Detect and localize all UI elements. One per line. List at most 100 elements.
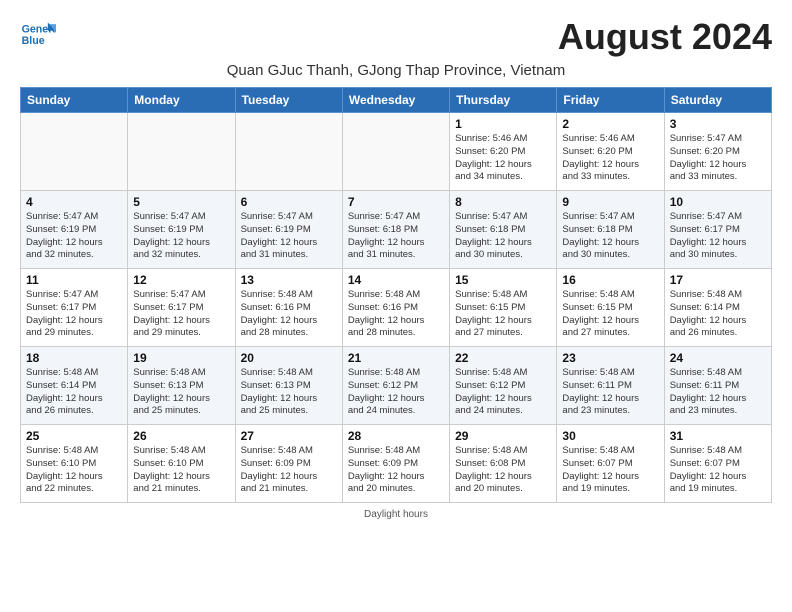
header: General Blue August 2024: [20, 16, 772, 58]
day-number: 21: [348, 351, 444, 365]
calendar-cell: 18Sunrise: 5:48 AM Sunset: 6:14 PM Dayli…: [21, 347, 128, 425]
day-of-week-header: Wednesday: [342, 88, 449, 113]
day-info: Sunrise: 5:48 AM Sunset: 6:15 PM Dayligh…: [562, 289, 658, 340]
day-of-week-header: Thursday: [450, 88, 557, 113]
day-info: Sunrise: 5:47 AM Sunset: 6:17 PM Dayligh…: [133, 289, 229, 340]
day-number: 15: [455, 273, 551, 287]
day-number: 5: [133, 195, 229, 209]
calendar-cell: 6Sunrise: 5:47 AM Sunset: 6:19 PM Daylig…: [235, 191, 342, 269]
calendar-cell: 1 Sunrise: 5:46 AM Sunset: 6:20 PM Daylig…: [450, 113, 557, 191]
day-info: Sunrise: 5:46 AM Sunset: 6:20 PM Dayligh…: [455, 133, 551, 184]
day-number: 26: [133, 429, 229, 443]
calendar-cell: 7 Sunrise: 5:47 AM Sunset: 6:18 PM Daylig…: [342, 191, 449, 269]
day-number: 7: [348, 195, 444, 209]
calendar-week-row: 25 Sunrise: 5:48 AM Sunset: 6:10 PM Dayli…: [21, 425, 772, 503]
day-info: Sunrise: 5:48 AM Sunset: 6:14 PM Dayligh…: [26, 367, 122, 418]
day-number: 13: [241, 273, 337, 287]
calendar-cell: [128, 113, 235, 191]
day-info: Sunrise: 5:47 AM Sunset: 6:17 PM Dayligh…: [670, 211, 766, 262]
day-of-week-header: Monday: [128, 88, 235, 113]
calendar-cell: [342, 113, 449, 191]
day-info: Sunrise: 5:47 AM Sunset: 6:20 PM Dayligh…: [670, 133, 766, 184]
day-number: 31: [670, 429, 766, 443]
day-number: 12: [133, 273, 229, 287]
logo-icon: General Blue: [20, 16, 56, 52]
day-number: 8: [455, 195, 551, 209]
day-info: Sunrise: 5:47 AM Sunset: 6:19 PM Dayligh…: [241, 211, 337, 262]
day-number: 22: [455, 351, 551, 365]
day-of-week-header: Saturday: [664, 88, 771, 113]
day-info: Sunrise: 5:48 AM Sunset: 6:15 PM Dayligh…: [455, 289, 551, 340]
calendar-cell: 24 Sunrise: 5:48 AM Sunset: 6:11 PM Dayli…: [664, 347, 771, 425]
day-of-week-header: Sunday: [21, 88, 128, 113]
month-title: August 2024: [558, 16, 772, 58]
calendar-cell: 2Sunrise: 5:46 AM Sunset: 6:20 PM Daylig…: [557, 113, 664, 191]
calendar-cell: 16Sunrise: 5:48 AM Sunset: 6:15 PM Dayli…: [557, 269, 664, 347]
day-info: Sunrise: 5:48 AM Sunset: 6:11 PM Dayligh…: [670, 367, 766, 418]
calendar-cell: 22 Sunrise: 5:48 AM Sunset: 6:12 PM Dayli…: [450, 347, 557, 425]
day-of-week-header: Tuesday: [235, 88, 342, 113]
calendar-table: SundayMondayTuesdayWednesdayThursdayFrid…: [20, 87, 772, 503]
day-number: 17: [670, 273, 766, 287]
calendar-cell: 10 Sunrise: 5:47 AM Sunset: 6:17 PM Dayli…: [664, 191, 771, 269]
day-number: 11: [26, 273, 122, 287]
day-info: Sunrise: 5:47 AM Sunset: 6:18 PM Dayligh…: [562, 211, 658, 262]
day-info: Sunrise: 5:47 AM Sunset: 6:19 PM Dayligh…: [26, 211, 122, 262]
calendar-cell: 27 Sunrise: 5:48 AM Sunset: 6:09 PM Dayli…: [235, 425, 342, 503]
day-info: Sunrise: 5:48 AM Sunset: 6:13 PM Dayligh…: [241, 367, 337, 418]
day-number: 3: [670, 117, 766, 131]
calendar-week-row: 11 Sunrise: 5:47 AM Sunset: 6:17 PM Dayli…: [21, 269, 772, 347]
calendar-cell: 26Sunrise: 5:48 AM Sunset: 6:10 PM Dayli…: [128, 425, 235, 503]
logo: General Blue: [20, 16, 56, 52]
day-number: 20: [241, 351, 337, 365]
day-number: 24: [670, 351, 766, 365]
calendar-cell: 3 Sunrise: 5:47 AM Sunset: 6:20 PM Daylig…: [664, 113, 771, 191]
calendar-cell: 14Sunrise: 5:48 AM Sunset: 6:16 PM Dayli…: [342, 269, 449, 347]
calendar-cell: 31Sunrise: 5:48 AM Sunset: 6:07 PM Dayli…: [664, 425, 771, 503]
day-number: 28: [348, 429, 444, 443]
day-info: Sunrise: 5:48 AM Sunset: 6:10 PM Dayligh…: [26, 445, 122, 496]
day-info: Sunrise: 5:48 AM Sunset: 6:11 PM Dayligh…: [562, 367, 658, 418]
day-info: Sunrise: 5:48 AM Sunset: 6:09 PM Dayligh…: [241, 445, 337, 496]
day-info: Sunrise: 5:47 AM Sunset: 6:18 PM Dayligh…: [348, 211, 444, 262]
calendar-cell: 20 Sunrise: 5:48 AM Sunset: 6:13 PM Dayli…: [235, 347, 342, 425]
day-number: 1: [455, 117, 551, 131]
day-number: 30: [562, 429, 658, 443]
day-number: 25: [26, 429, 122, 443]
day-info: Sunrise: 5:48 AM Sunset: 6:12 PM Dayligh…: [455, 367, 551, 418]
calendar-week-row: 18Sunrise: 5:48 AM Sunset: 6:14 PM Dayli…: [21, 347, 772, 425]
calendar-cell: 29 Sunrise: 5:48 AM Sunset: 6:08 PM Dayli…: [450, 425, 557, 503]
calendar-cell: [235, 113, 342, 191]
calendar-cell: 5 Sunrise: 5:47 AM Sunset: 6:19 PM Daylig…: [128, 191, 235, 269]
calendar-cell: 9 Sunrise: 5:47 AM Sunset: 6:18 PM Daylig…: [557, 191, 664, 269]
calendar-header-row: SundayMondayTuesdayWednesdayThursdayFrid…: [21, 88, 772, 113]
day-number: 9: [562, 195, 658, 209]
day-number: 10: [670, 195, 766, 209]
calendar-cell: 4 Sunrise: 5:47 AM Sunset: 6:19 PM Daylig…: [21, 191, 128, 269]
calendar-cell: 11Sunrise: 5:47 AM Sunset: 6:17 PM Dayli…: [21, 269, 128, 347]
calendar-cell: 30Sunrise: 5:48 AM Sunset: 6:07 PM Dayli…: [557, 425, 664, 503]
calendar-cell: [21, 113, 128, 191]
calendar-cell: 8Sunrise: 5:47 AM Sunset: 6:18 PM Daylig…: [450, 191, 557, 269]
svg-text:Blue: Blue: [22, 35, 45, 47]
calendar-cell: 25 Sunrise: 5:48 AM Sunset: 6:10 PM Dayli…: [21, 425, 128, 503]
day-number: 29: [455, 429, 551, 443]
calendar-week-row: 4 Sunrise: 5:47 AM Sunset: 6:19 PM Daylig…: [21, 191, 772, 269]
day-info: Sunrise: 5:48 AM Sunset: 6:08 PM Dayligh…: [455, 445, 551, 496]
day-info: Sunrise: 5:48 AM Sunset: 6:14 PM Dayligh…: [670, 289, 766, 340]
calendar-cell: 13Sunrise: 5:48 AM Sunset: 6:16 PM Dayli…: [235, 269, 342, 347]
calendar-cell: 17 Sunrise: 5:48 AM Sunset: 6:14 PM Dayli…: [664, 269, 771, 347]
day-info: Sunrise: 5:46 AM Sunset: 6:20 PM Dayligh…: [562, 133, 658, 184]
calendar-cell: 28 Sunrise: 5:48 AM Sunset: 6:09 PM Dayli…: [342, 425, 449, 503]
day-info: Sunrise: 5:48 AM Sunset: 6:09 PM Dayligh…: [348, 445, 444, 496]
calendar-cell: 21Sunrise: 5:48 AM Sunset: 6:12 PM Dayli…: [342, 347, 449, 425]
day-number: 27: [241, 429, 337, 443]
day-info: Sunrise: 5:47 AM Sunset: 6:19 PM Dayligh…: [133, 211, 229, 262]
day-number: 14: [348, 273, 444, 287]
calendar-week-row: 1 Sunrise: 5:46 AM Sunset: 6:20 PM Daylig…: [21, 113, 772, 191]
calendar-cell: 12 Sunrise: 5:47 AM Sunset: 6:17 PM Dayli…: [128, 269, 235, 347]
day-info: Sunrise: 5:48 AM Sunset: 6:13 PM Dayligh…: [133, 367, 229, 418]
day-number: 4: [26, 195, 122, 209]
calendar-cell: 19 Sunrise: 5:48 AM Sunset: 6:13 PM Dayli…: [128, 347, 235, 425]
day-number: 19: [133, 351, 229, 365]
